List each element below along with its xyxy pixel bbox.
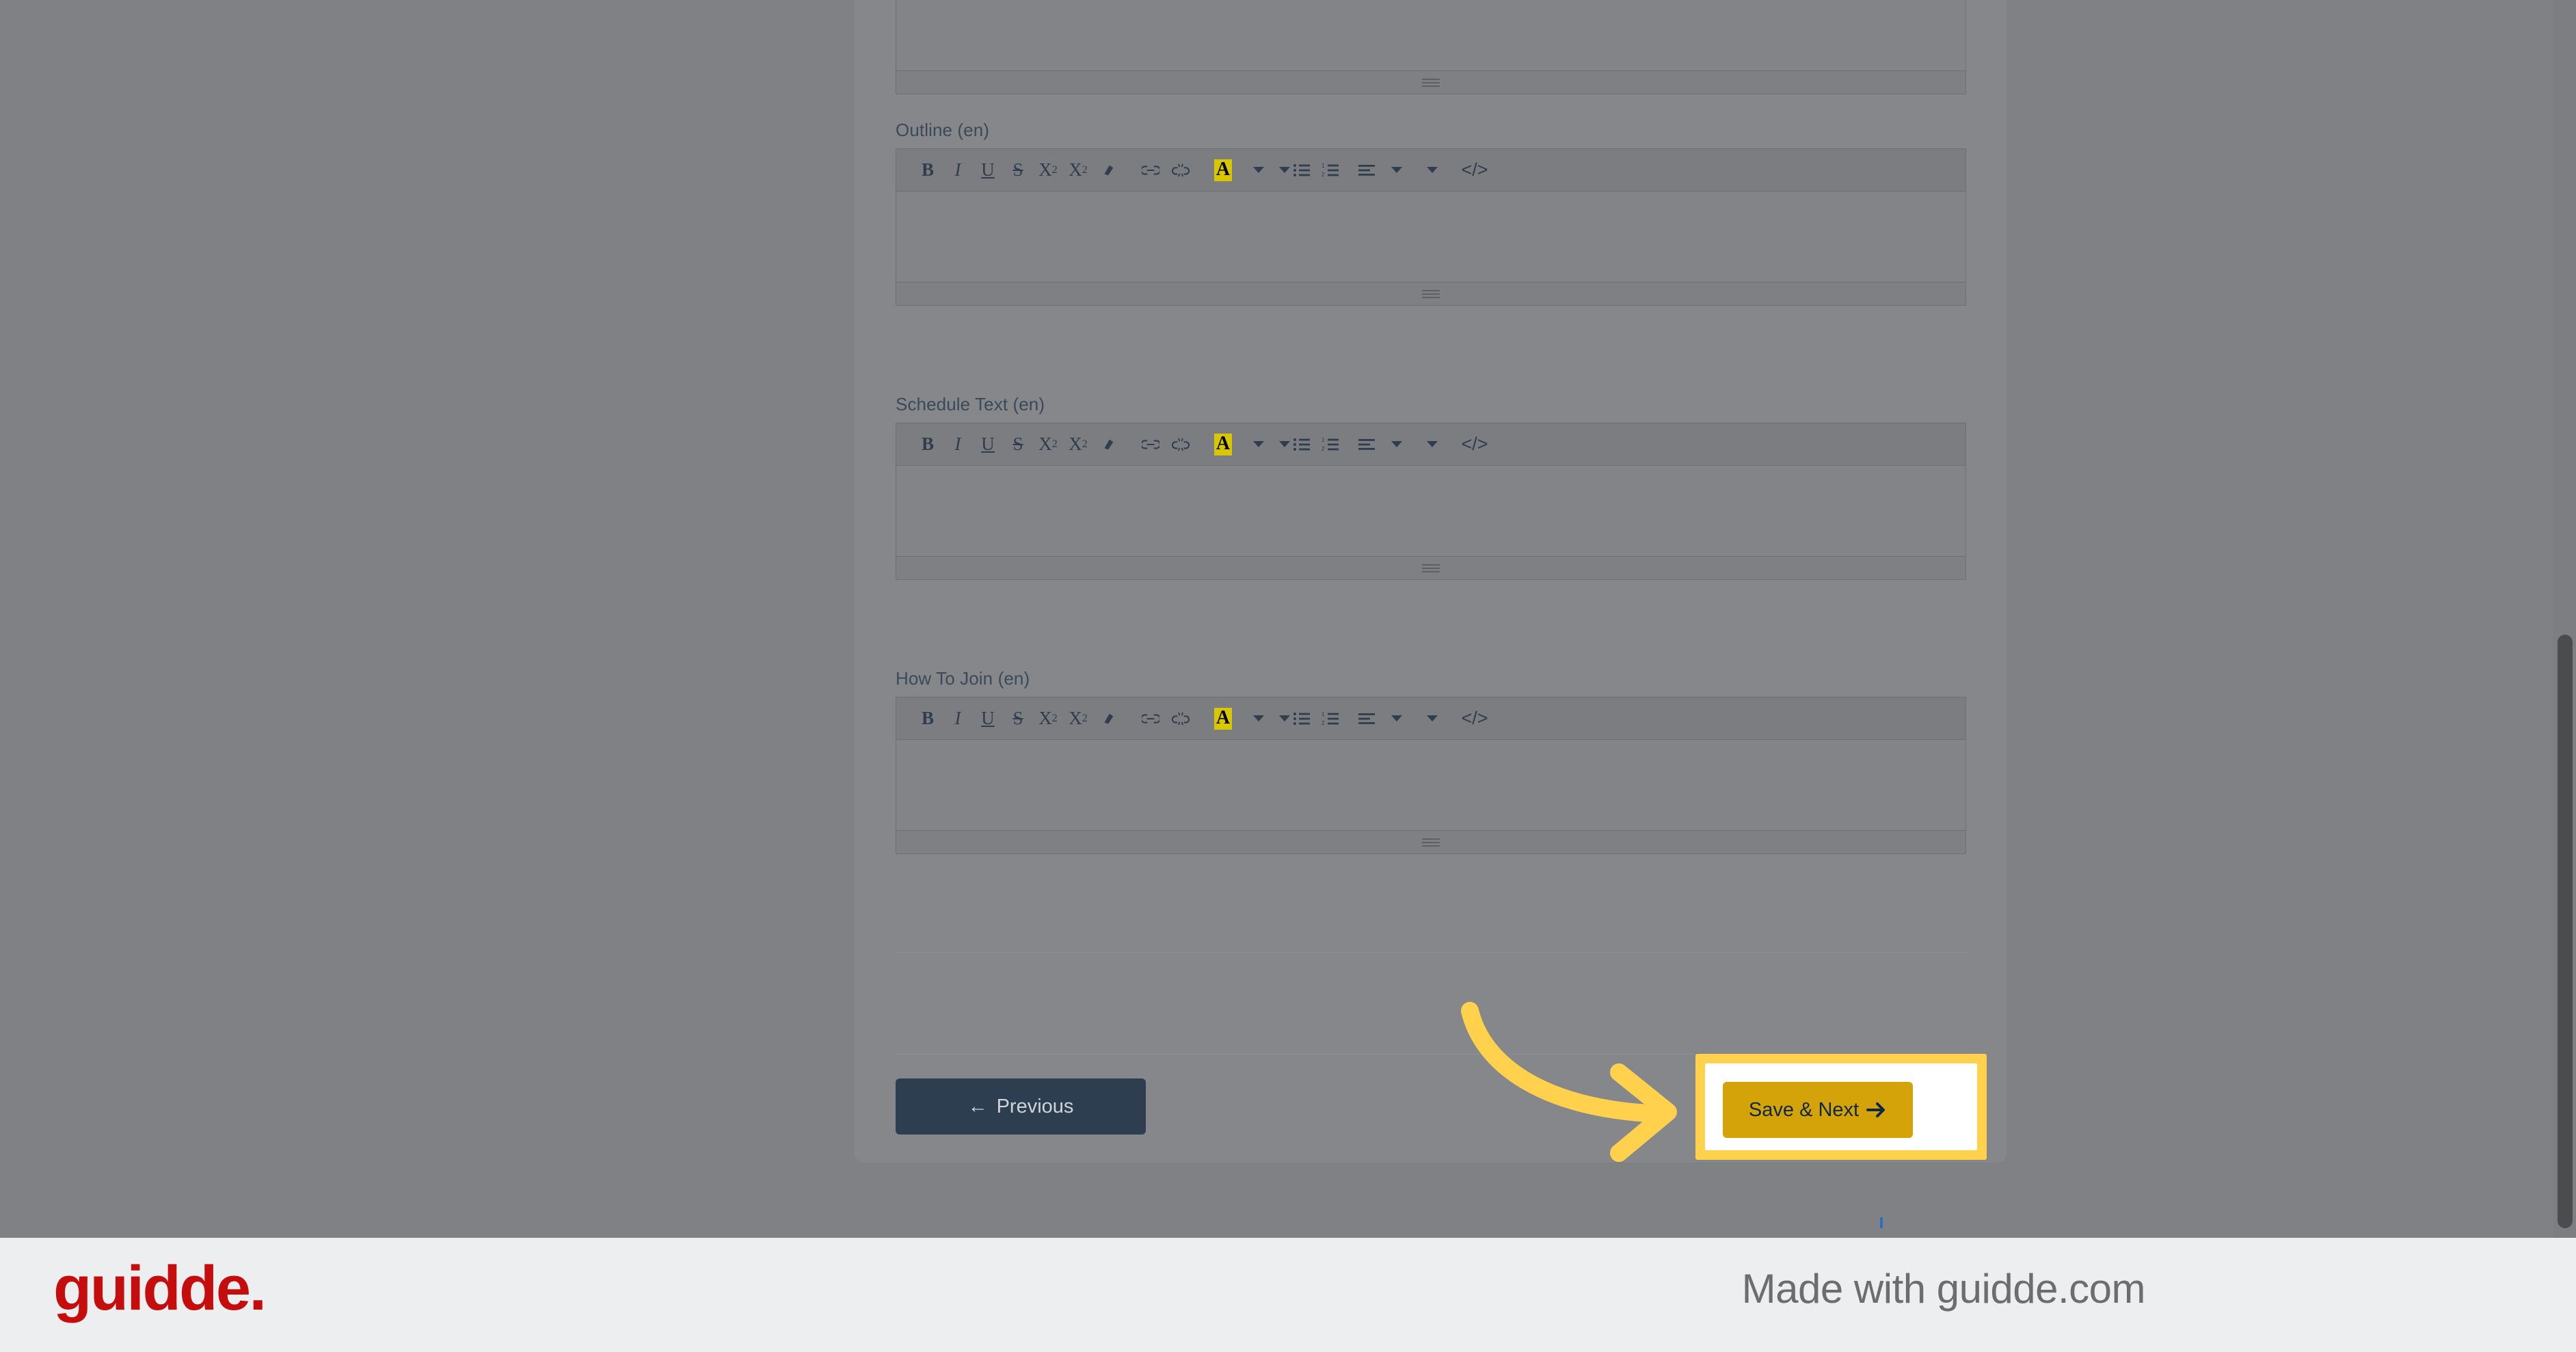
superscript-icon[interactable]: X2 <box>1033 704 1063 734</box>
editor-resize-handle-how-to-join[interactable] <box>896 830 1965 854</box>
strikethrough-icon[interactable]: S <box>1003 704 1033 734</box>
italic-icon[interactable]: I <box>943 429 973 460</box>
numbered-list-icon[interactable]: 12 <box>1316 429 1346 460</box>
editor-resize-handle-outline[interactable] <box>896 282 1965 306</box>
section-divider-bottom <box>896 1054 1966 1055</box>
vertical-scrollbar-thumb[interactable] <box>2558 635 2573 1228</box>
previous-button-label: Previous <box>996 1095 1074 1117</box>
svg-text:2: 2 <box>1321 446 1325 452</box>
link-icon[interactable] <box>1136 155 1166 185</box>
underline-icon[interactable]: U <box>973 429 1003 460</box>
editor-content-area-outline[interactable] <box>896 191 1965 282</box>
svg-text:2: 2 <box>1321 720 1325 726</box>
bold-icon[interactable]: B <box>913 155 943 185</box>
rich-text-editor[interactable] <box>896 0 1966 94</box>
numbered-list-icon[interactable]: 12 <box>1316 155 1346 185</box>
align-icon[interactable] <box>1352 704 1382 734</box>
subscript-icon[interactable]: X2 <box>1063 155 1093 185</box>
editor-resize-handle[interactable] <box>896 70 1965 94</box>
rich-text-editor-outline[interactable]: B I U S X2 X2 A 1 2 </> <box>896 148 1966 306</box>
superscript-icon[interactable]: X2 <box>1033 429 1063 460</box>
unlink-icon[interactable] <box>1166 704 1196 734</box>
field-label-outline: Outline (en) <box>896 120 990 140</box>
application-viewport: Outline (en) B I U S X2 X2 A 1 2 </> Sch… <box>0 0 2576 1238</box>
field-group-schedule-text: Schedule Text (en) B I U S X2 X2 A 1 2 <… <box>896 394 1966 581</box>
text-color-icon[interactable]: A <box>1208 704 1238 734</box>
bold-icon[interactable]: B <box>913 429 943 460</box>
resize-grip-icon <box>1422 836 1440 849</box>
bulleted-list-icon[interactable] <box>1279 704 1311 734</box>
bulleted-list-icon[interactable] <box>1279 429 1311 460</box>
format-dropdown-icon[interactable] <box>1417 429 1447 460</box>
align-icon[interactable] <box>1352 429 1382 460</box>
format-dropdown-icon[interactable] <box>1417 704 1447 734</box>
numbered-list-icon[interactable]: 12 <box>1316 704 1346 734</box>
field-label-how-to-join: How To Join (en) <box>896 668 1030 689</box>
unlink-icon[interactable] <box>1166 155 1196 185</box>
save-and-next-button-highlighted[interactable]: Save & Next <box>1723 1082 1913 1138</box>
arrow-right-icon <box>1866 1102 1886 1117</box>
editor-content-area[interactable] <box>896 0 1965 70</box>
code-view-icon[interactable]: </> <box>1460 704 1490 734</box>
underline-icon[interactable]: U <box>973 155 1003 185</box>
previous-field-editor-partial <box>896 0 1966 94</box>
arrow-left-icon: ← <box>967 1095 988 1117</box>
remove-format-icon[interactable] <box>1093 155 1123 185</box>
align-dropdown-icon[interactable] <box>1382 704 1412 734</box>
bold-icon[interactable]: B <box>913 704 943 734</box>
align-dropdown-icon[interactable] <box>1382 429 1412 460</box>
code-view-icon[interactable]: </> <box>1460 429 1490 460</box>
field-group-how-to-join: How To Join (en) B I U S X2 X2 A 1 2 </> <box>896 668 1966 855</box>
text-color-dropdown-icon[interactable] <box>1244 429 1274 460</box>
editor-resize-handle-schedule-text[interactable] <box>896 556 1965 580</box>
page-root: Outline (en) B I U S X2 X2 A 1 2 </> Sch… <box>0 0 2576 1352</box>
text-cursor-artifact <box>1880 1217 1883 1228</box>
align-dropdown-icon[interactable] <box>1382 155 1412 185</box>
previous-button[interactable]: ← Previous <box>896 1078 1146 1135</box>
code-view-icon[interactable]: </> <box>1460 155 1490 185</box>
rich-text-editor-how-to-join[interactable]: B I U S X2 X2 A 1 2 </> <box>896 697 1966 855</box>
field-label-schedule-text: Schedule Text (en) <box>896 394 1045 414</box>
italic-icon[interactable]: I <box>943 155 973 185</box>
made-with-guidde-text: Made with guidde.com <box>1741 1266 2146 1312</box>
svg-text:1: 1 <box>1321 163 1325 169</box>
editor-content-area-schedule-text[interactable] <box>896 466 1965 557</box>
svg-text:1: 1 <box>1321 711 1325 717</box>
link-icon[interactable] <box>1136 429 1166 460</box>
superscript-icon[interactable]: X2 <box>1033 155 1063 185</box>
underline-icon[interactable]: U <box>973 704 1003 734</box>
resize-grip-icon <box>1422 77 1440 89</box>
section-divider-top <box>896 952 1966 953</box>
svg-text:2: 2 <box>1321 172 1325 178</box>
text-color-dropdown-icon[interactable] <box>1244 155 1274 185</box>
resize-grip-icon <box>1422 288 1440 300</box>
vertical-scrollbar-track[interactable] <box>2553 0 2576 1238</box>
text-color-icon[interactable]: A <box>1208 429 1238 460</box>
strikethrough-icon[interactable]: S <box>1003 429 1033 460</box>
italic-icon[interactable]: I <box>943 704 973 734</box>
remove-format-icon[interactable] <box>1093 429 1123 460</box>
guidde-logo: guidde. <box>53 1254 267 1323</box>
align-icon[interactable] <box>1352 155 1382 185</box>
bulleted-list-icon[interactable] <box>1279 155 1311 185</box>
rich-text-editor-schedule-text[interactable]: B I U S X2 X2 A 1 2 </> <box>896 423 1966 581</box>
field-group-outline: Outline (en) B I U S X2 X2 A 1 2 </> <box>896 120 1966 306</box>
text-color-icon[interactable]: A <box>1208 155 1238 185</box>
editor-content-area-how-to-join[interactable] <box>896 740 1965 831</box>
resize-grip-icon <box>1422 562 1440 574</box>
subscript-icon[interactable]: X2 <box>1063 429 1093 460</box>
format-dropdown-icon[interactable] <box>1417 155 1447 185</box>
svg-text:1: 1 <box>1321 437 1325 443</box>
strikethrough-icon[interactable]: S <box>1003 155 1033 185</box>
editor-toolbar-outline[interactable]: B I U S X2 X2 A 1 2 </> <box>896 149 1965 192</box>
guidde-footer <box>0 1238 2576 1352</box>
editor-toolbar-how-to-join[interactable]: B I U S X2 X2 A 1 2 </> <box>896 698 1965 741</box>
unlink-icon[interactable] <box>1166 429 1196 460</box>
subscript-icon[interactable]: X2 <box>1063 704 1093 734</box>
link-icon[interactable] <box>1136 704 1166 734</box>
save-and-next-button-label: Save & Next <box>1748 1098 1860 1121</box>
editor-toolbar-schedule-text[interactable]: B I U S X2 X2 A 1 2 </> <box>896 423 1965 466</box>
remove-format-icon[interactable] <box>1093 704 1123 734</box>
text-color-dropdown-icon[interactable] <box>1244 704 1274 734</box>
